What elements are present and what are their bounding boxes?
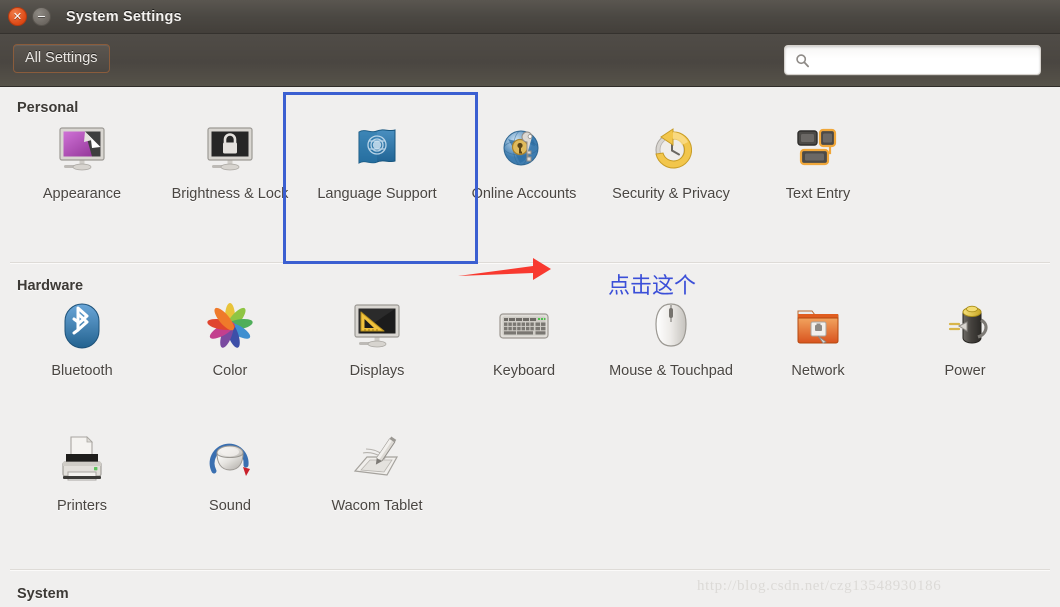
settings-tile-label: Language Support [317,186,437,202]
settings-tile-label: Power [944,363,986,379]
appearance-icon [59,127,105,171]
settings-tile-brightness-lock[interactable]: Brightness & Lock [160,121,300,205]
security-privacy-icon [655,128,692,169]
settings-content: Personal Appearance Brightness & Lock La… [0,88,1060,607]
window-controls: ✕ − [8,7,51,26]
settings-tile-label: Printers [57,498,107,514]
displays-icon [354,304,400,348]
settings-tile-online-accounts[interactable]: Online Accounts [454,121,594,205]
settings-tile-mouse-touchpad[interactable]: Mouse & Touchpad [601,298,741,382]
section-title-personal: Personal [17,100,79,116]
settings-tile-power[interactable]: Power [895,298,1035,382]
settings-tile-sound[interactable]: Sound [160,433,300,517]
close-icon[interactable]: ✕ [8,7,27,26]
settings-tile-keyboard[interactable]: Keyboard [454,298,594,382]
toolbar: All Settings [0,34,1060,87]
printers-icon [62,436,102,481]
settings-tile-wacom-tablet[interactable]: Wacom Tablet [307,433,447,517]
minimize-icon[interactable]: − [32,7,51,26]
settings-tile-label: Text Entry [785,186,851,202]
settings-tile-label: Mouse & Touchpad [609,363,733,379]
text-entry-icon [797,128,837,166]
bluetooth-icon [64,303,100,349]
settings-tile-label: Sound [209,498,251,514]
sound-icon [209,443,250,476]
settings-tile-network[interactable]: Network [748,298,888,382]
watermark-text: http://blog.csdn.net/czg13548930186 [697,578,942,594]
settings-tile-text-entry[interactable]: Text Entry [748,121,888,205]
keyboard-icon [499,313,549,339]
settings-tile-label: Bluetooth [51,363,113,379]
brightness-lock-icon [207,127,253,171]
mouse-touchpad-icon [655,303,687,347]
settings-tile-color[interactable]: Color [160,298,300,382]
search-input[interactable] [810,52,1040,68]
settings-tile-label: Security & Privacy [612,186,730,202]
color-icon [207,303,253,348]
section-divider [10,569,1050,570]
annotation-note-text: 点击这个 [608,274,697,299]
online-accounts-icon [503,130,539,166]
settings-tile-appearance[interactable]: Appearance [12,121,152,205]
section-title-hardware: Hardware [17,278,84,294]
section-title-system: System [17,586,69,602]
language-support-icon [358,129,396,164]
system-settings-window: ✕ − System Settings All Settings Persona… [0,0,1060,607]
settings-tile-label: Keyboard [492,363,556,379]
settings-tile-label: Online Accounts [471,186,577,202]
power-icon [948,305,988,344]
settings-tile-label: Brightness & Lock [171,186,289,202]
settings-tile-bluetooth[interactable]: Bluetooth [12,298,152,382]
search-box[interactable] [784,45,1041,75]
section-divider [10,262,1050,263]
wacom-tablet-icon [353,436,399,476]
search-icon [796,53,810,67]
settings-tile-label: Displays [349,363,405,379]
network-icon [797,310,839,344]
settings-tile-printers[interactable]: Printers [12,433,152,517]
settings-tile-label: Wacom Tablet [331,498,423,514]
settings-tile-label: Color [212,363,248,379]
settings-tile-displays[interactable]: Displays [307,298,447,382]
title-bar: ✕ − System Settings [0,0,1060,34]
window-title: System Settings [66,8,182,25]
all-settings-button[interactable]: All Settings [13,44,110,73]
settings-tile-label: Network [791,363,845,379]
settings-tile-label: Appearance [42,186,122,202]
settings-tile-security-privacy[interactable]: Security & Privacy [601,121,741,205]
settings-tile-language-support[interactable]: Language Support [307,121,447,205]
